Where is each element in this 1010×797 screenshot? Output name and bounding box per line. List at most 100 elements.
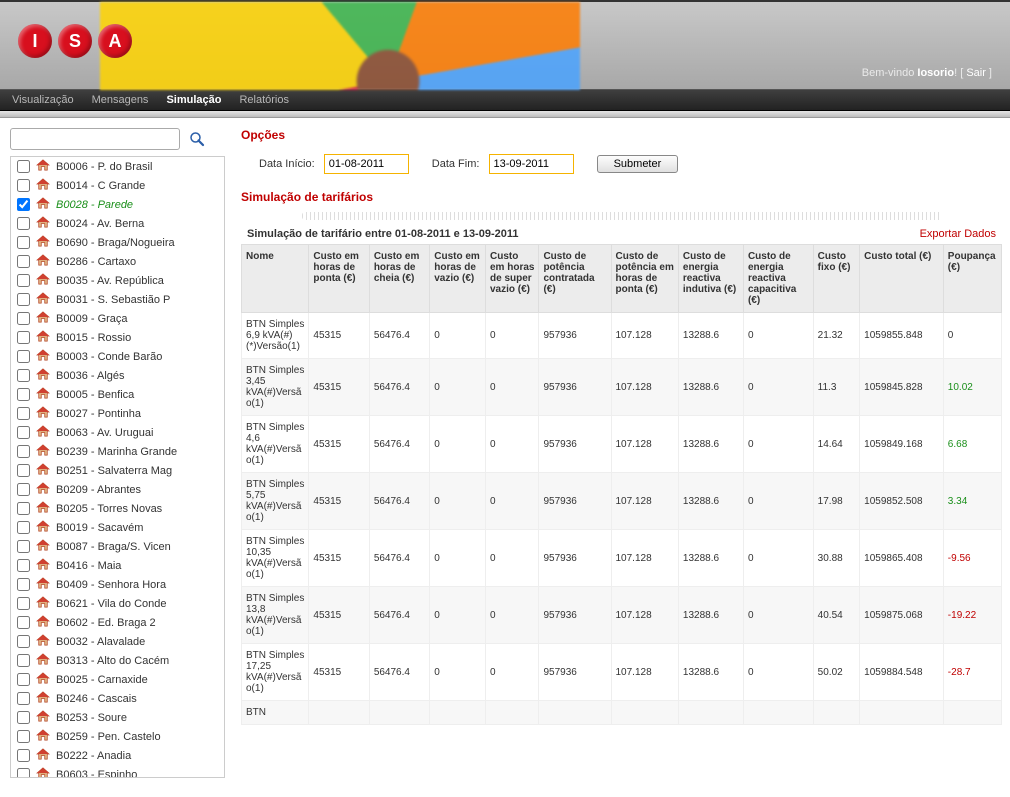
- tree-checkbox[interactable]: [17, 179, 30, 192]
- export-link[interactable]: Exportar Dados: [920, 228, 996, 240]
- tree-checkbox[interactable]: [17, 160, 30, 173]
- submit-button[interactable]: Submeter: [597, 155, 679, 173]
- tree-list[interactable]: B0006 - P. do BrasilB0014 - C GrandeB002…: [11, 157, 224, 777]
- tree-checkbox[interactable]: [17, 616, 30, 629]
- tree-checkbox[interactable]: [17, 274, 30, 287]
- nav-visualização[interactable]: Visualização: [12, 94, 74, 106]
- tree-checkbox[interactable]: [17, 464, 30, 477]
- nav-simulação[interactable]: Simulação: [166, 94, 221, 106]
- tree-checkbox[interactable]: [17, 559, 30, 572]
- tree-checkbox[interactable]: [17, 198, 30, 211]
- tree-node[interactable]: B0015 - Rossio: [11, 328, 224, 347]
- tree-checkbox[interactable]: [17, 217, 30, 230]
- tree-node[interactable]: B0024 - Av. Berna: [11, 214, 224, 233]
- end-date-input[interactable]: [489, 154, 574, 174]
- tree-label: B0063 - Av. Uruguai: [56, 427, 153, 439]
- tree-checkbox[interactable]: [17, 540, 30, 553]
- tree-node[interactable]: B0239 - Marinha Grande: [11, 442, 224, 461]
- start-date-input[interactable]: [324, 154, 409, 174]
- column-header[interactable]: Nome: [242, 245, 309, 313]
- tree-checkbox[interactable]: [17, 255, 30, 268]
- tree-checkbox[interactable]: [17, 388, 30, 401]
- tree-node[interactable]: B0025 - Carnaxide: [11, 670, 224, 689]
- home-icon: [36, 292, 50, 307]
- column-header[interactable]: Custo de energia reactiva capacitiva (€): [743, 245, 813, 313]
- tree-checkbox[interactable]: [17, 236, 30, 249]
- cell-nome: BTN: [242, 701, 309, 725]
- tree-checkbox[interactable]: [17, 331, 30, 344]
- cell-value: 14.64: [813, 416, 859, 473]
- column-header[interactable]: Custo total (€): [860, 245, 944, 313]
- search-input[interactable]: [10, 128, 180, 150]
- tree-node[interactable]: B0205 - Torres Novas: [11, 499, 224, 518]
- tree-node[interactable]: B0259 - Pen. Castelo: [11, 727, 224, 746]
- tree-node[interactable]: B0014 - C Grande: [11, 176, 224, 195]
- tree-node[interactable]: B0621 - Vila do Conde: [11, 594, 224, 613]
- tree-checkbox[interactable]: [17, 597, 30, 610]
- tree-node[interactable]: B0416 - Maia: [11, 556, 224, 575]
- tree-node[interactable]: B0019 - Sacavém: [11, 518, 224, 537]
- tree-node[interactable]: B0031 - S. Sebastião P: [11, 290, 224, 309]
- tree-checkbox[interactable]: [17, 350, 30, 363]
- tree-checkbox[interactable]: [17, 426, 30, 439]
- tree-checkbox[interactable]: [17, 312, 30, 325]
- tree-checkbox[interactable]: [17, 369, 30, 382]
- tree-node[interactable]: B0602 - Ed. Braga 2: [11, 613, 224, 632]
- column-header[interactable]: Poupança (€): [943, 245, 1001, 313]
- tree-node[interactable]: B0087 - Braga/S. Vicen: [11, 537, 224, 556]
- tree-checkbox[interactable]: [17, 293, 30, 306]
- tree-checkbox[interactable]: [17, 692, 30, 705]
- tree-node[interactable]: B0251 - Salvaterra Mag: [11, 461, 224, 480]
- column-header[interactable]: Custo em horas de vazio (€): [430, 245, 486, 313]
- tree-checkbox[interactable]: [17, 730, 30, 743]
- home-icon: [36, 539, 50, 554]
- tree-node[interactable]: B0006 - P. do Brasil: [11, 157, 224, 176]
- column-header[interactable]: Custo em horas de ponta (€): [309, 245, 369, 313]
- tree-node[interactable]: B0603 - Espinho: [11, 765, 224, 777]
- logout-link[interactable]: Sair: [966, 67, 986, 79]
- column-header[interactable]: Custo fixo (€): [813, 245, 859, 313]
- column-header[interactable]: Custo em horas de cheia (€): [369, 245, 429, 313]
- tree-checkbox[interactable]: [17, 711, 30, 724]
- tree-checkbox[interactable]: [17, 521, 30, 534]
- tree-node[interactable]: B0409 - Senhora Hora: [11, 575, 224, 594]
- search-icon[interactable]: [188, 130, 206, 148]
- tree-node[interactable]: B0313 - Alto do Cacém: [11, 651, 224, 670]
- column-header[interactable]: Custo de potência contratada (€): [539, 245, 611, 313]
- cell-value: 1059855.848: [860, 313, 944, 359]
- tree-checkbox[interactable]: [17, 445, 30, 458]
- tree-checkbox[interactable]: [17, 768, 30, 777]
- tree-checkbox[interactable]: [17, 483, 30, 496]
- tree-node[interactable]: B0003 - Conde Barão: [11, 347, 224, 366]
- welcome-user: Iosorio: [917, 67, 954, 79]
- tree-node[interactable]: B0253 - Soure: [11, 708, 224, 727]
- cell-value: [539, 701, 611, 725]
- nav-mensagens[interactable]: Mensagens: [92, 94, 149, 106]
- tree-node[interactable]: B0036 - Algés: [11, 366, 224, 385]
- column-header[interactable]: Custo em horas de super vazio (€): [486, 245, 539, 313]
- tree-node[interactable]: B0032 - Alavalade: [11, 632, 224, 651]
- tree-node[interactable]: B0009 - Graça: [11, 309, 224, 328]
- tree-checkbox[interactable]: [17, 407, 30, 420]
- tree-node[interactable]: B0286 - Cartaxo: [11, 252, 224, 271]
- tree-checkbox[interactable]: [17, 749, 30, 762]
- tree-checkbox[interactable]: [17, 502, 30, 515]
- tree-node[interactable]: B0005 - Benfica: [11, 385, 224, 404]
- drag-handle[interactable]: [302, 212, 942, 220]
- tree-checkbox[interactable]: [17, 673, 30, 686]
- tree-node[interactable]: B0690 - Braga/Nogueira: [11, 233, 224, 252]
- column-header[interactable]: Custo de energia reactiva indutiva (€): [678, 245, 743, 313]
- cell-value: 45315: [309, 473, 369, 530]
- tree-checkbox[interactable]: [17, 578, 30, 591]
- tree-node[interactable]: B0063 - Av. Uruguai: [11, 423, 224, 442]
- tree-checkbox[interactable]: [17, 654, 30, 667]
- tree-node[interactable]: B0209 - Abrantes: [11, 480, 224, 499]
- nav-relatórios[interactable]: Relatórios: [239, 94, 289, 106]
- tree-node[interactable]: B0035 - Av. República: [11, 271, 224, 290]
- tree-node[interactable]: B0222 - Anadia: [11, 746, 224, 765]
- tree-node[interactable]: B0246 - Cascais: [11, 689, 224, 708]
- column-header[interactable]: Custo de potência em horas de ponta (€): [611, 245, 678, 313]
- tree-checkbox[interactable]: [17, 635, 30, 648]
- tree-node[interactable]: B0028 - Parede: [11, 195, 224, 214]
- tree-node[interactable]: B0027 - Pontinha: [11, 404, 224, 423]
